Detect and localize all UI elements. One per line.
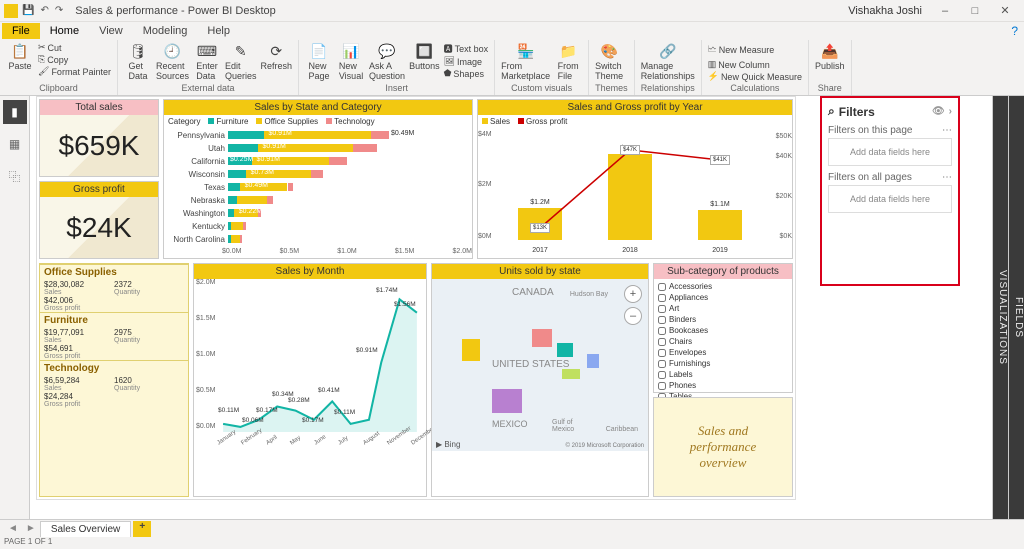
visualizations-pane-collapsed[interactable]: VISUALIZATIONS bbox=[992, 96, 1008, 519]
view-tab[interactable]: View bbox=[89, 23, 133, 39]
page-tabs: ◄ ► Sales Overview + bbox=[0, 519, 1024, 537]
page-tab-1[interactable]: Sales Overview bbox=[40, 521, 131, 537]
from-file-button[interactable]: 📁From File bbox=[554, 42, 582, 81]
bing-logo: ▶ Bing bbox=[436, 440, 460, 449]
help-icon[interactable]: ? bbox=[1011, 24, 1018, 38]
report-canvas[interactable]: Total sales $659K Gross profit $24K Sale… bbox=[30, 96, 992, 519]
menu-bar: File Home View Modeling Help ? bbox=[0, 22, 1024, 40]
copy-button[interactable]: ⎘ Copy bbox=[38, 54, 111, 65]
new-visual-button[interactable]: 📊New Visual bbox=[337, 42, 365, 81]
refresh-button[interactable]: ⟳Refresh bbox=[261, 42, 293, 71]
textbox-title[interactable]: Sales and performance overview bbox=[653, 397, 793, 497]
ribbon-themes: 🎨Switch Theme Themes bbox=[589, 40, 635, 95]
switch-theme-button[interactable]: 🎨Switch Theme bbox=[595, 42, 623, 81]
ribbon-calculations: 🗠 New Measure ▥ New Column ⚡ New Quick M… bbox=[702, 40, 809, 95]
cut-button[interactable]: ✂ Cut bbox=[38, 42, 111, 53]
new-measure-button[interactable]: 🗠 New Measure bbox=[708, 42, 802, 58]
report-view-button[interactable]: ▮ bbox=[3, 100, 27, 124]
slicer-item[interactable]: Appliances bbox=[658, 292, 788, 303]
matrix-category-summary[interactable]: Office Supplies $28,30,0822372 SalesQuan… bbox=[39, 263, 189, 497]
allpages-filters-well[interactable]: Add data fields here bbox=[828, 185, 952, 213]
view-rail: ▮ ▦ ⿻ bbox=[0, 96, 30, 519]
save-icon[interactable]: 💾 bbox=[22, 5, 34, 16]
quick-access-toolbar: 💾 ↶ ↷ bbox=[22, 5, 63, 16]
redo-icon[interactable]: ↷ bbox=[55, 5, 63, 16]
slicer-item[interactable]: Envelopes bbox=[658, 347, 788, 358]
paste-button[interactable]: 📋Paste bbox=[6, 42, 34, 71]
buttons-button[interactable]: 🔲Buttons bbox=[409, 42, 440, 71]
format-painter-button[interactable]: 🖌 Format Painter bbox=[38, 66, 111, 77]
filter-icon: ⌕ bbox=[828, 104, 835, 119]
ask-question-button[interactable]: 💬Ask A Question bbox=[369, 42, 405, 81]
ribbon-custom: 🏪From Marketplace 📁From File Custom visu… bbox=[495, 40, 589, 95]
get-data-button[interactable]: 🛢Get Data bbox=[124, 42, 152, 81]
slicer-subcategory[interactable]: Sub-category of products AccessoriesAppl… bbox=[653, 263, 793, 393]
ribbon-share: 📤Publish Share bbox=[809, 40, 852, 95]
chart-sales-by-state[interactable]: Sales by State and Category Category Fur… bbox=[163, 99, 473, 259]
modeling-tab[interactable]: Modeling bbox=[133, 23, 198, 39]
report-page: Total sales $659K Gross profit $24K Sale… bbox=[36, 96, 796, 500]
edit-queries-button[interactable]: ✎Edit Queries bbox=[225, 42, 257, 81]
ribbon-relationships: 🔗Manage Relationships Relationships bbox=[635, 40, 702, 95]
undo-icon[interactable]: ↶ bbox=[40, 5, 48, 16]
close-button[interactable]: ✕ bbox=[990, 4, 1020, 17]
main-area: ▮ ▦ ⿻ Total sales $659K Gross profit $24… bbox=[0, 96, 1024, 519]
slicer-item[interactable]: Chairs bbox=[658, 336, 788, 347]
new-quick-measure-button[interactable]: ⚡ New Quick Measure bbox=[708, 71, 802, 82]
fields-pane-collapsed[interactable]: FIELDS bbox=[1008, 96, 1024, 519]
chevron-right-icon[interactable]: › bbox=[949, 106, 952, 117]
user-name[interactable]: Vishakha Joshi bbox=[848, 5, 922, 17]
file-tab[interactable]: File bbox=[2, 23, 40, 39]
image-button[interactable]: 🖼 Image bbox=[444, 56, 489, 67]
minimize-button[interactable]: – bbox=[930, 5, 960, 17]
eye-icon[interactable]: 👁 bbox=[932, 106, 945, 117]
slicer-item[interactable]: Bookcases bbox=[658, 325, 788, 336]
from-marketplace-button[interactable]: 🏪From Marketplace bbox=[501, 42, 550, 81]
slicer-item[interactable]: Binders bbox=[658, 314, 788, 325]
kpi-total-sales[interactable]: Total sales $659K bbox=[39, 99, 159, 177]
chart-legend: Category Furniture Office Supplies Techn… bbox=[164, 115, 472, 128]
filters-pane: ⌕ Filters 👁 › Filters on this page⋯ Add … bbox=[820, 96, 960, 286]
add-page-button[interactable]: + bbox=[133, 521, 151, 537]
model-view-button[interactable]: ⿻ bbox=[3, 164, 27, 188]
help-tab[interactable]: Help bbox=[197, 23, 240, 39]
manage-relationships-button[interactable]: 🔗Manage Relationships bbox=[641, 42, 695, 81]
new-column-button[interactable]: ▥ New Column bbox=[708, 59, 802, 70]
home-tab[interactable]: Home bbox=[40, 23, 89, 39]
chart-sales-by-month[interactable]: Sales by Month $2.0M $1.5M $1.0M $0.5M $… bbox=[193, 263, 427, 497]
ribbon-insert: 📄New Page 📊New Visual 💬Ask A Question 🔲B… bbox=[299, 40, 495, 95]
slicer-item[interactable]: Accessories bbox=[658, 281, 788, 292]
page-next[interactable]: ► bbox=[22, 523, 40, 534]
kpi-gross-profit[interactable]: Gross profit $24K bbox=[39, 181, 159, 259]
map-zoom-in[interactable]: + bbox=[624, 285, 642, 303]
map-zoom-out[interactable]: – bbox=[624, 307, 642, 325]
page-prev[interactable]: ◄ bbox=[4, 523, 22, 534]
titlebar: 💾 ↶ ↷ Sales & performance - Power BI Des… bbox=[0, 0, 1024, 22]
ribbon: 📋Paste ✂ Cut ⎘ Copy 🖌 Format Painter Cli… bbox=[0, 40, 1024, 96]
maximize-button[interactable]: □ bbox=[960, 5, 990, 17]
slicer-item[interactable]: Furnishings bbox=[658, 358, 788, 369]
slicer-item[interactable]: Phones bbox=[658, 380, 788, 391]
ribbon-clipboard: 📋Paste ✂ Cut ⎘ Copy 🖌 Format Painter Cli… bbox=[0, 40, 118, 95]
shapes-button[interactable]: ⬟ Shapes bbox=[444, 68, 489, 79]
textbox-button[interactable]: 🅰 Text box bbox=[444, 42, 489, 55]
app-icon bbox=[4, 4, 18, 18]
map-copyright: © 2019 Microsoft Corporation bbox=[566, 443, 644, 449]
enter-data-button[interactable]: ⌨Enter Data bbox=[193, 42, 221, 81]
filters-header: ⌕ Filters 👁 › bbox=[828, 104, 952, 119]
page-filters-well[interactable]: Add data fields here bbox=[828, 138, 952, 166]
data-view-button[interactable]: ▦ bbox=[3, 132, 27, 156]
chart-sales-profit-year[interactable]: Sales and Gross profit by Year Sales Gro… bbox=[477, 99, 793, 259]
new-page-button[interactable]: 📄New Page bbox=[305, 42, 333, 81]
publish-button[interactable]: 📤Publish bbox=[815, 42, 845, 71]
status-bar: PAGE 1 OF 1 bbox=[0, 537, 1024, 549]
ribbon-externaldata: 🛢Get Data 🕘Recent Sources ⌨Enter Data ✎E… bbox=[118, 40, 299, 95]
window-title: Sales & performance - Power BI Desktop bbox=[75, 5, 276, 17]
slicer-item[interactable]: Labels bbox=[658, 369, 788, 380]
map-units-by-state[interactable]: Units sold by state + – CANADA Hudson Ba… bbox=[431, 263, 649, 497]
slicer-item[interactable]: Art bbox=[658, 303, 788, 314]
recent-sources-button[interactable]: 🕘Recent Sources bbox=[156, 42, 189, 81]
